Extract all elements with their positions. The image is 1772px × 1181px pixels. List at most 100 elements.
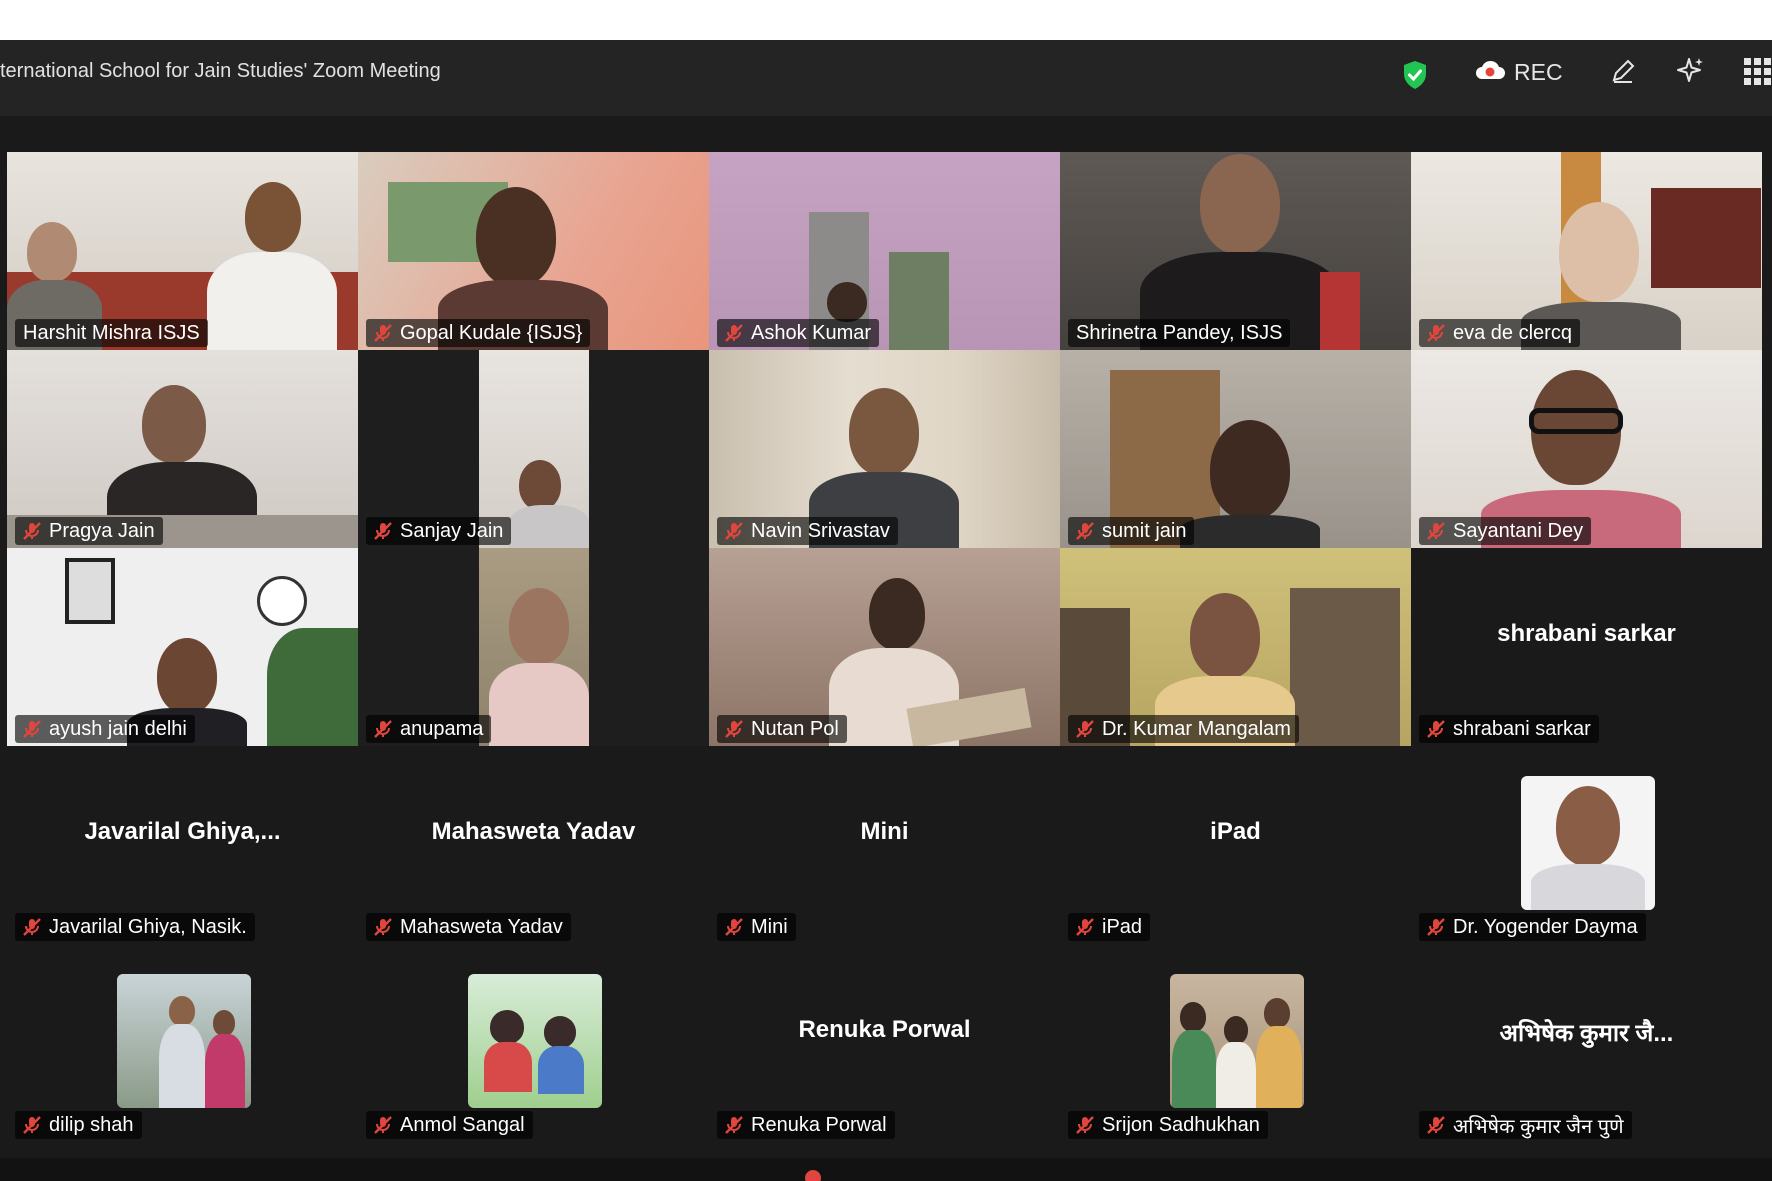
participant-tile[interactable]: ayush jain delhi bbox=[7, 548, 358, 746]
grid-view-icon[interactable] bbox=[1744, 58, 1772, 91]
muted-mic-icon bbox=[1074, 520, 1096, 542]
participant-tile[interactable]: shrabani sarkar shrabani sarkar bbox=[1411, 548, 1762, 746]
participant-tile[interactable]: Renuka Porwal Renuka Porwal bbox=[709, 944, 1060, 1142]
muted-mic-icon bbox=[1425, 718, 1447, 740]
muted-mic-icon bbox=[723, 718, 745, 740]
participant-name: Pragya Jain bbox=[49, 519, 155, 542]
muted-mic-icon bbox=[21, 916, 43, 938]
participant-name-tag: eva de clercq bbox=[1419, 319, 1580, 347]
participant-tile[interactable]: Nutan Pol bbox=[709, 548, 1060, 746]
participant-display-name: Mahasweta Yadav bbox=[431, 818, 636, 845]
participant-name: eva de clercq bbox=[1453, 321, 1572, 344]
meeting-controls-bar bbox=[0, 1158, 1772, 1181]
participant-name-tag: iPad bbox=[1068, 913, 1151, 941]
participant-name-tag: Dr. Yogender Dayma bbox=[1419, 913, 1646, 941]
participant-name: Srijon Sadhukhan bbox=[1102, 1113, 1260, 1136]
participant-name-tag: Javarilal Ghiya, Nasik. bbox=[15, 913, 255, 941]
participant-tile[interactable]: Sanjay Jain bbox=[358, 350, 709, 548]
participant-display-name: iPad bbox=[1210, 818, 1261, 845]
profile-picture bbox=[468, 974, 602, 1108]
sparkle-icon[interactable] bbox=[1676, 56, 1706, 91]
profile-picture bbox=[117, 974, 251, 1108]
muted-mic-icon bbox=[21, 718, 43, 740]
participant-tile[interactable]: Mini Mini bbox=[709, 746, 1060, 944]
participant-name: ayush jain delhi bbox=[49, 717, 187, 740]
profile-picture bbox=[1170, 974, 1304, 1108]
muted-mic-icon bbox=[723, 1114, 745, 1136]
participant-name: Ashok Kumar bbox=[751, 321, 872, 344]
muted-mic-icon bbox=[1425, 520, 1447, 542]
participant-name-tag: Shrinetra Pandey, ISJS bbox=[1068, 319, 1291, 347]
participant-name: Shrinetra Pandey, ISJS bbox=[1076, 321, 1283, 344]
muted-mic-icon bbox=[21, 1114, 43, 1136]
participant-tile[interactable]: Srijon Sadhukhan bbox=[1060, 944, 1411, 1142]
participant-name: Anmol Sangal bbox=[400, 1113, 525, 1136]
participant-tile[interactable]: Gopal Kudale {ISJS} bbox=[358, 152, 709, 350]
participant-name-tag: Navin Srivastav bbox=[717, 517, 898, 545]
screen-top-margin bbox=[0, 0, 1772, 40]
participant-name-tag: Mini bbox=[717, 913, 796, 941]
shield-check-icon[interactable] bbox=[1402, 60, 1428, 95]
participant-name: Dr. Kumar Mangalam bbox=[1102, 717, 1291, 740]
gallery-view: Harshit Mishra ISJS Gopal Kudale {ISJS} … bbox=[0, 116, 1772, 1158]
rec-label: REC bbox=[1514, 58, 1563, 85]
participant-name: Renuka Porwal bbox=[751, 1113, 887, 1136]
participant-tile[interactable]: Navin Srivastav bbox=[709, 350, 1060, 548]
muted-mic-icon bbox=[1074, 916, 1096, 938]
participant-name-tag: dilip shah bbox=[15, 1111, 142, 1139]
pen-icon[interactable] bbox=[1608, 56, 1638, 91]
muted-mic-icon bbox=[372, 718, 394, 740]
cloud-record-icon bbox=[1474, 58, 1506, 86]
participant-tile-active-speaker[interactable]: Shrinetra Pandey, ISJS bbox=[1060, 152, 1411, 350]
participant-tile[interactable]: dilip shah bbox=[7, 944, 358, 1142]
muted-mic-icon bbox=[372, 322, 394, 344]
participant-tile[interactable]: eva de clercq bbox=[1411, 152, 1762, 350]
participant-name: Sanjay Jain bbox=[400, 519, 504, 542]
participant-name: Nutan Pol bbox=[751, 717, 839, 740]
participant-tile[interactable]: Dr. Yogender Dayma bbox=[1411, 746, 1762, 944]
participant-name-tag: Renuka Porwal bbox=[717, 1111, 895, 1139]
participant-name: Gopal Kudale {ISJS} bbox=[400, 321, 583, 344]
muted-mic-icon bbox=[21, 520, 43, 542]
muted-mic-icon bbox=[723, 322, 745, 344]
participant-video bbox=[479, 548, 589, 746]
muted-mic-icon bbox=[1425, 322, 1447, 344]
participant-tile[interactable]: iPad iPad bbox=[1060, 746, 1411, 944]
participant-display-name: Mini bbox=[860, 818, 909, 845]
profile-picture bbox=[1521, 776, 1655, 910]
participant-name-tag: Sanjay Jain bbox=[366, 517, 512, 545]
participant-name: Javarilal Ghiya, Nasik. bbox=[49, 915, 247, 938]
participant-name-tag: अभिषेक कुमार जैन पुणे bbox=[1419, 1111, 1632, 1139]
participant-tile[interactable]: Mahasweta Yadav Mahasweta Yadav bbox=[358, 746, 709, 944]
participant-tile[interactable]: Javarilal Ghiya,... Javarilal Ghiya, Nas… bbox=[7, 746, 358, 944]
participant-name-tag: Pragya Jain bbox=[15, 517, 163, 545]
participant-name: sumit jain bbox=[1102, 519, 1187, 542]
participant-tile[interactable]: anupama bbox=[358, 548, 709, 746]
participant-tile[interactable]: Anmol Sangal bbox=[358, 944, 709, 1142]
participant-name-tag: sumit jain bbox=[1068, 517, 1195, 545]
participant-tile[interactable]: अभिषेक कुमार जै... अभिषेक कुमार जैन पुणे bbox=[1411, 944, 1762, 1142]
participant-name: dilip shah bbox=[49, 1113, 134, 1136]
participant-name-tag: Dr. Kumar Mangalam bbox=[1068, 715, 1299, 743]
participant-name: anupama bbox=[400, 717, 484, 740]
participant-tile[interactable]: Ashok Kumar bbox=[709, 152, 1060, 350]
participant-name: shrabani sarkar bbox=[1453, 717, 1591, 740]
participant-display-name: Renuka Porwal bbox=[798, 1016, 971, 1043]
participant-display-name: Javarilal Ghiya,... bbox=[84, 818, 281, 845]
participant-name: Dr. Yogender Dayma bbox=[1453, 915, 1638, 938]
participant-tile[interactable]: sumit jain bbox=[1060, 350, 1411, 548]
recording-indicator[interactable]: REC bbox=[1474, 56, 1563, 88]
participant-tile[interactable]: Sayantani Dey bbox=[1411, 350, 1762, 548]
muted-mic-icon bbox=[723, 520, 745, 542]
participant-name-tag: Sayantani Dey bbox=[1419, 517, 1592, 545]
participant-tile[interactable]: Dr. Kumar Mangalam bbox=[1060, 548, 1411, 746]
participant-tile[interactable]: Harshit Mishra ISJS bbox=[7, 152, 358, 350]
participant-name-tag: Mahasweta Yadav bbox=[366, 913, 571, 941]
muted-mic-icon bbox=[1074, 718, 1096, 740]
participant-name: Mini bbox=[751, 915, 788, 938]
muted-mic-icon bbox=[372, 1114, 394, 1136]
participant-name: अभिषेक कुमार जैन पुणे bbox=[1453, 1115, 1624, 1138]
participant-name-tag: Ashok Kumar bbox=[717, 319, 880, 347]
muted-mic-icon bbox=[723, 916, 745, 938]
participant-tile[interactable]: Pragya Jain bbox=[7, 350, 358, 548]
